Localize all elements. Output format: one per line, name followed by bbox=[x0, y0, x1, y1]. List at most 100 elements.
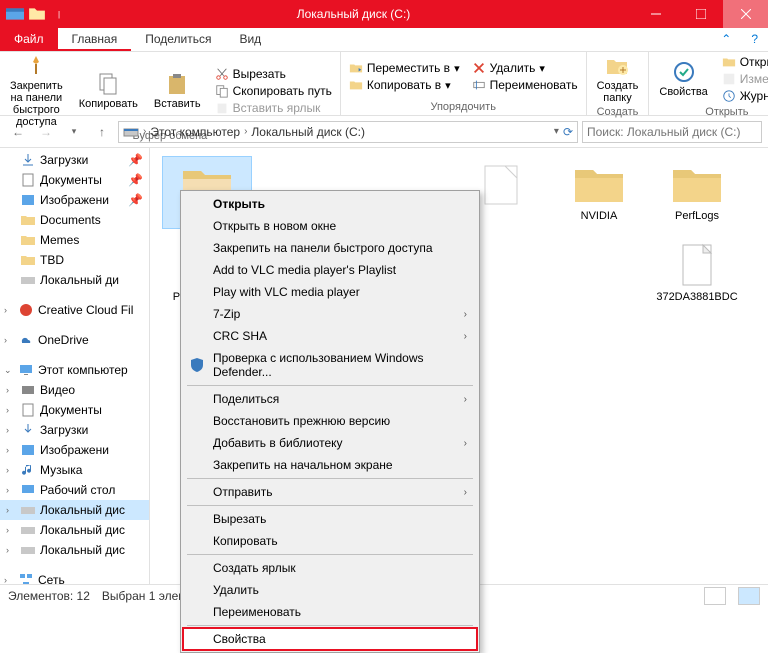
view-details-button[interactable] bbox=[704, 587, 726, 605]
sidebar-ccf[interactable]: ›Creative Cloud Fil bbox=[0, 300, 149, 320]
ctx-rename[interactable]: Переименовать bbox=[183, 601, 477, 623]
breadcrumb-drive[interactable]: Локальный диск (C:) bbox=[251, 125, 365, 139]
pastelink-button: Вставить ярлык bbox=[211, 100, 336, 116]
folder-icon bbox=[669, 160, 725, 208]
window-controls bbox=[633, 0, 768, 28]
qat-folder-icon[interactable] bbox=[28, 5, 46, 23]
ctx-properties[interactable]: Свойства bbox=[183, 628, 477, 650]
sidebar-localc[interactable]: ›Локальный дис bbox=[0, 500, 149, 520]
sidebar-memes[interactable]: Memes bbox=[0, 230, 149, 250]
sidebar-locale[interactable]: ›Локальный дис bbox=[0, 540, 149, 560]
moveto-button[interactable]: Переместить в ▾ bbox=[345, 60, 464, 76]
ctx-shortcut[interactable]: Создать ярлык bbox=[183, 557, 477, 579]
addr-dropdown-icon[interactable]: ▾ bbox=[554, 126, 559, 137]
sidebar-desktop[interactable]: ›Рабочий стол bbox=[0, 480, 149, 500]
delete-button[interactable]: Удалить ▾ bbox=[468, 60, 582, 76]
paste-button[interactable]: Вставить bbox=[148, 54, 207, 128]
ctx-separator bbox=[187, 385, 473, 386]
view-icons-button[interactable] bbox=[738, 587, 760, 605]
ctx-open-new-window[interactable]: Открыть в новом окне bbox=[183, 215, 477, 237]
copy-button[interactable]: Копировать bbox=[73, 54, 144, 128]
nav-history-dropdown[interactable]: ▾ bbox=[62, 120, 86, 144]
search-box[interactable] bbox=[582, 121, 762, 143]
address-bar[interactable]: › Этот компьютер › Локальный диск (C:) ▾… bbox=[118, 121, 578, 143]
status-item-count: Элементов: 12 bbox=[8, 589, 90, 603]
ctx-separator bbox=[187, 478, 473, 479]
sidebar-thispc[interactable]: ⌄Этот компьютер bbox=[0, 360, 149, 380]
open-button[interactable]: Открыть ▾ bbox=[718, 54, 768, 70]
history-button[interactable]: Журнал bbox=[718, 88, 768, 104]
tab-view[interactable]: Вид bbox=[225, 28, 275, 51]
ctx-separator bbox=[187, 554, 473, 555]
tab-file[interactable]: Файл bbox=[0, 28, 58, 51]
sidebar-tbd[interactable]: TBD bbox=[0, 250, 149, 270]
sidebar-documents2[interactable]: ›Документы bbox=[0, 400, 149, 420]
pin-quickaccess-button[interactable]: Закрепить на панели быстрого доступа bbox=[4, 54, 69, 128]
sidebar-localdisk-qa[interactable]: Локальный ди bbox=[0, 270, 149, 290]
help-icon[interactable]: ? bbox=[741, 28, 768, 51]
copypath-button[interactable]: Скопировать путь bbox=[211, 83, 336, 99]
ribbon-collapse-icon[interactable]: ⌃ bbox=[711, 28, 741, 51]
ctx-copy[interactable]: Копировать bbox=[183, 530, 477, 552]
newfolder-button[interactable]: Создать папку bbox=[591, 54, 645, 104]
copyto-button[interactable]: Копировать в ▾ bbox=[345, 77, 464, 93]
ctx-pinstart[interactable]: Закрепить на начальном экране bbox=[183, 454, 477, 476]
tab-share[interactable]: Поделиться bbox=[131, 28, 225, 51]
refresh-icon[interactable]: ⟳ bbox=[563, 125, 573, 139]
drive-icon bbox=[123, 124, 139, 140]
tab-home[interactable]: Главная bbox=[58, 28, 132, 51]
sidebar-downloads2[interactable]: ›Загрузки bbox=[0, 420, 149, 440]
sidebar-downloads[interactable]: Загрузки📌 bbox=[0, 150, 149, 170]
ctx-crcsha[interactable]: CRC SHA› bbox=[183, 325, 477, 347]
properties-button[interactable]: Свойства bbox=[653, 54, 713, 104]
ctx-vlc-play[interactable]: Play with VLC media player bbox=[183, 281, 477, 303]
ctx-open[interactable]: Открыть bbox=[183, 193, 477, 215]
ctx-delete[interactable]: Удалить bbox=[183, 579, 477, 601]
ctx-sendto[interactable]: Отправить› bbox=[183, 481, 477, 503]
cut-button[interactable]: Вырезать bbox=[211, 66, 336, 82]
chevron-right-icon: › bbox=[464, 394, 467, 405]
titlebar: | Локальный диск (C:) bbox=[0, 0, 768, 28]
chevron-right-icon: › bbox=[464, 438, 467, 449]
minimize-button[interactable] bbox=[633, 0, 678, 28]
ctx-7zip[interactable]: 7-Zip› bbox=[183, 303, 477, 325]
sidebar-images[interactable]: Изображени📌 bbox=[0, 190, 149, 210]
folder-icon bbox=[571, 160, 627, 208]
folder-item[interactable]: PerfLogs bbox=[652, 156, 742, 229]
nav-back-button[interactable]: ← bbox=[6, 120, 30, 144]
breadcrumb-sep: › bbox=[244, 126, 247, 137]
breadcrumb-thispc[interactable]: Этот компьютер bbox=[150, 125, 240, 139]
search-input[interactable] bbox=[587, 125, 757, 139]
ctx-addlib[interactable]: Добавить в библиотеку› bbox=[183, 432, 477, 454]
ctx-vlc-add[interactable]: Add to VLC media player's Playlist bbox=[183, 259, 477, 281]
ribbon-tabs: Файл Главная Поделиться Вид ⌃ ? bbox=[0, 28, 768, 52]
context-menu: Открыть Открыть в новом окне Закрепить н… bbox=[180, 190, 480, 653]
ctx-pin-quickaccess[interactable]: Закрепить на панели быстрого доступа bbox=[183, 237, 477, 259]
sidebar-locald[interactable]: ›Локальный дис bbox=[0, 520, 149, 540]
ctx-share[interactable]: Поделиться› bbox=[183, 388, 477, 410]
sidebar-docs2[interactable]: Documents bbox=[0, 210, 149, 230]
window-title: Локальный диск (C:) bbox=[74, 7, 633, 21]
sidebar-documents[interactable]: Документы📌 bbox=[0, 170, 149, 190]
ctx-cut[interactable]: Вырезать bbox=[183, 508, 477, 530]
sidebar-images2[interactable]: ›Изображени bbox=[0, 440, 149, 460]
ctx-restore[interactable]: Восстановить прежнюю версию bbox=[183, 410, 477, 432]
file-item[interactable]: 372DA3881BDC bbox=[652, 237, 742, 321]
sidebar-onedrive[interactable]: ›OneDrive bbox=[0, 330, 149, 350]
sidebar-music[interactable]: ›Музыка bbox=[0, 460, 149, 480]
folder-item[interactable]: NVIDIA bbox=[554, 156, 644, 229]
open-section-label: Открыть bbox=[653, 104, 768, 118]
rename-button[interactable]: Переименовать bbox=[468, 77, 582, 93]
breadcrumb-sep: › bbox=[143, 126, 146, 137]
maximize-button[interactable] bbox=[678, 0, 723, 28]
sidebar-video[interactable]: ›Видео bbox=[0, 380, 149, 400]
nav-forward-button[interactable]: → bbox=[34, 120, 58, 144]
nav-pane[interactable]: Загрузки📌 Документы📌 Изображени📌 Documen… bbox=[0, 148, 150, 584]
ctx-defender[interactable]: Проверка с использованием Windows Defend… bbox=[183, 347, 477, 383]
edit-button: Изменить bbox=[718, 71, 768, 87]
qat-divider-icon: | bbox=[50, 5, 68, 23]
nav-up-button[interactable]: ↑ bbox=[90, 120, 114, 144]
ribbon: Закрепить на панели быстрого доступа Коп… bbox=[0, 52, 768, 116]
close-button[interactable] bbox=[723, 0, 768, 28]
sidebar-network[interactable]: ›Сеть bbox=[0, 570, 149, 584]
